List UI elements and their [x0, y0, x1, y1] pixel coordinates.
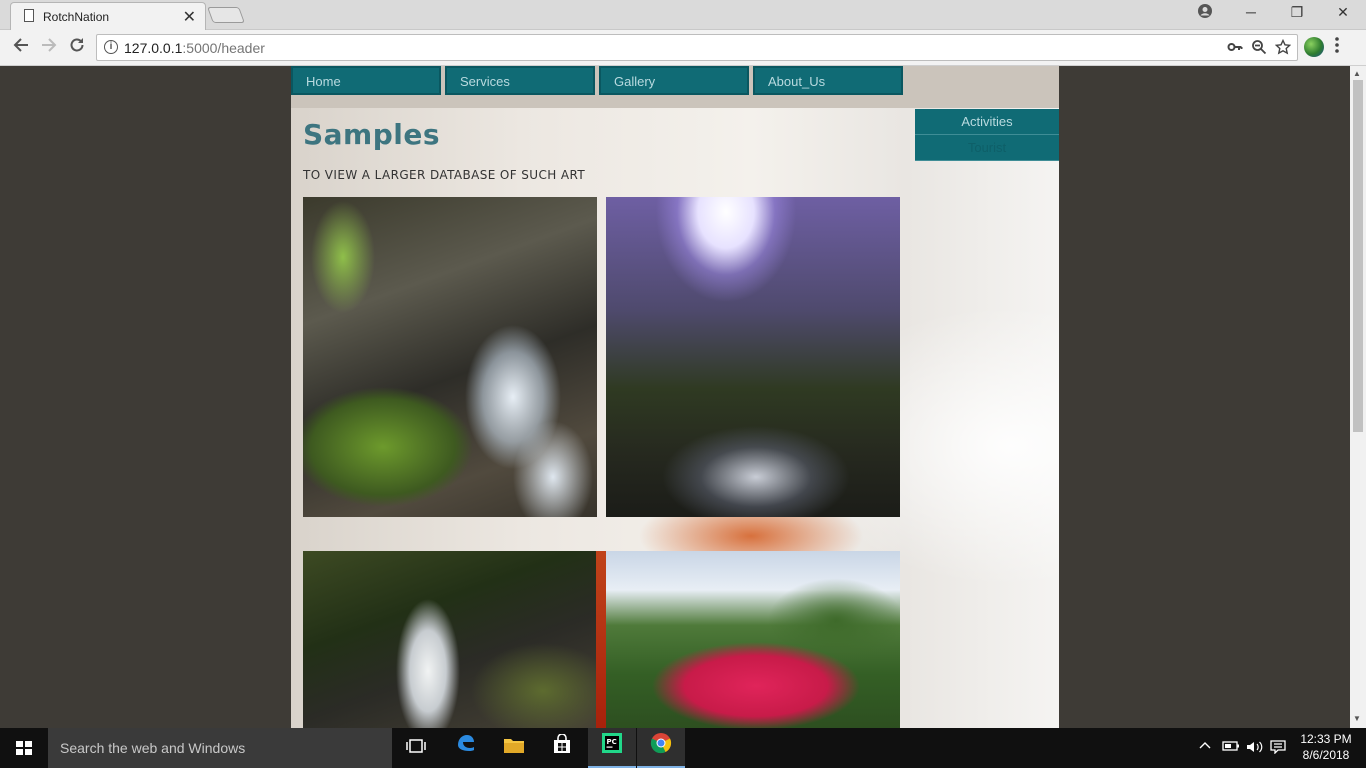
main-nav: Home Services Gallery About_Us [291, 66, 903, 95]
forward-arrow-icon[interactable] [37, 36, 61, 59]
side-menu: Activities Tourist [915, 109, 1059, 161]
chrome-icon[interactable] [637, 728, 685, 768]
close-window-button[interactable]: ✕ [1328, 4, 1358, 21]
taskbar-clock[interactable]: 12:33 PM 8/6/2018 [1296, 731, 1356, 763]
browser-toolbar: i 127.0.0.1:5000/header [0, 30, 1366, 66]
reload-icon[interactable] [65, 36, 89, 59]
tab-title: RotchNation [43, 10, 110, 24]
svg-text:PC: PC [607, 738, 617, 746]
minimize-button[interactable]: ─ [1236, 4, 1266, 20]
nav-item-gallery[interactable]: Gallery [599, 66, 749, 95]
nav-item-about-us[interactable]: About_Us [753, 66, 903, 95]
page-subtitle: TO VIEW A LARGER DATABASE OF SUCH ART [303, 168, 586, 182]
start-button[interactable] [0, 728, 48, 768]
kebab-menu-icon[interactable] [1334, 36, 1340, 59]
scroll-up-icon[interactable]: ▲ [1353, 69, 1361, 78]
info-icon[interactable]: i [104, 40, 118, 54]
task-view-icon[interactable] [392, 728, 440, 768]
nav-item-services[interactable]: Services [445, 66, 595, 95]
web-page: Home Services Gallery About_Us Activitie… [291, 66, 1059, 728]
url-text: 127.0.0.1:5000/header [124, 40, 265, 56]
pycharm-icon[interactable]: PC [588, 728, 636, 768]
volume-icon[interactable] [1246, 740, 1264, 757]
nav-item-home[interactable]: Home [291, 66, 441, 95]
url-path: :5000/header [182, 40, 265, 56]
windows-taskbar: Search the web and Windows PC 12:33 PM 8… [0, 728, 1366, 768]
browser-titlebar: RotchNation ✕ ─ ❐ ✕ [0, 0, 1366, 30]
clock-time: 12:33 PM [1300, 732, 1352, 746]
gallery-photo-cascade[interactable] [303, 551, 597, 728]
scroll-thumb[interactable] [1353, 80, 1363, 432]
close-tab-icon[interactable]: ✕ [183, 7, 196, 27]
side-item-activities[interactable]: Activities [915, 109, 1059, 135]
side-item-tourist[interactable]: Tourist [915, 135, 1059, 161]
edge-browser-icon[interactable] [442, 728, 490, 768]
new-tab-button[interactable] [207, 7, 245, 23]
profile-icon[interactable] [1190, 3, 1220, 22]
clock-date: 8/6/2018 [1302, 748, 1350, 762]
back-arrow-icon[interactable] [9, 36, 33, 59]
vertical-scrollbar[interactable]: ▲ ▼ [1350, 66, 1366, 728]
star-icon[interactable] [1274, 38, 1292, 59]
zoom-icon[interactable] [1251, 39, 1267, 59]
gallery-photo-forest-stream[interactable] [606, 197, 900, 517]
address-bar[interactable]: i 127.0.0.1:5000/header [96, 34, 1298, 61]
scroll-down-icon[interactable]: ▼ [1353, 714, 1361, 723]
photo-edge-decoration [596, 551, 606, 728]
browser-tab[interactable]: RotchNation ✕ [10, 2, 206, 30]
page-title: Samples [303, 118, 441, 151]
tray-expand-icon[interactable] [1199, 740, 1211, 755]
key-icon[interactable] [1227, 39, 1243, 59]
store-icon[interactable] [538, 728, 586, 768]
browser-viewport: Home Services Gallery About_Us Activitie… [0, 66, 1350, 728]
url-host: 127.0.0.1 [124, 40, 183, 56]
action-center-icon[interactable] [1270, 740, 1286, 757]
gallery-photo-waterfall-rocks[interactable] [303, 197, 597, 517]
file-explorer-icon[interactable] [490, 728, 538, 768]
taskbar-search-placeholder: Search the web and Windows [60, 740, 246, 756]
windows-logo-icon [16, 741, 32, 755]
taskbar-search[interactable]: Search the web and Windows [48, 728, 392, 768]
gallery-photo-hibiscus[interactable] [606, 551, 900, 728]
extension-icon[interactable] [1304, 37, 1324, 57]
restore-button[interactable]: ❐ [1282, 4, 1312, 21]
battery-icon[interactable] [1222, 740, 1240, 755]
page-icon [24, 9, 34, 22]
